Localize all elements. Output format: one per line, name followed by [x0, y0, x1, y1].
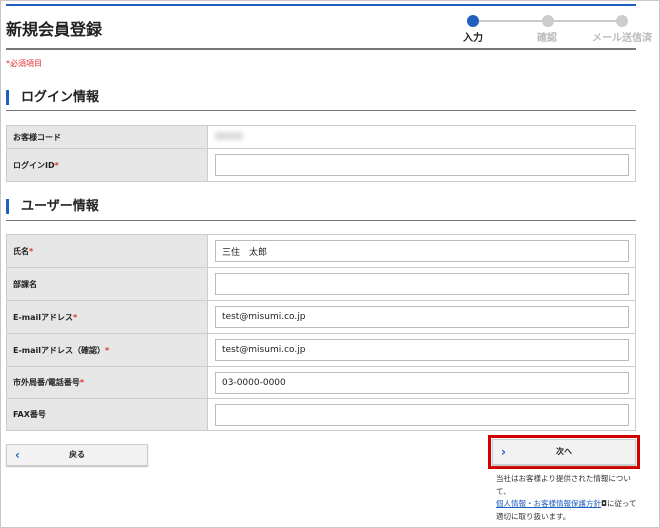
- page-title: 新規会員登録: [6, 20, 103, 39]
- fax-label: FAX番号: [6, 398, 208, 431]
- phone-input[interactable]: [215, 371, 629, 394]
- table-row: 氏名*: [6, 234, 636, 268]
- table-row: 市外局番/電話番号*: [6, 366, 636, 399]
- department-label: 部課名: [6, 267, 208, 301]
- next-button-label: 次へ: [556, 447, 572, 456]
- header-divider: [6, 48, 636, 50]
- required-note: *必須項目: [6, 59, 42, 68]
- login-id-input[interactable]: [215, 154, 629, 176]
- step-dot-input: [467, 15, 479, 27]
- email-input[interactable]: [215, 306, 629, 328]
- next-button[interactable]: › 次へ: [492, 439, 636, 465]
- login-id-label: ログインID*: [6, 148, 208, 182]
- top-accent-line: [6, 4, 636, 6]
- table-row: E-mailアドレス（確認）*: [6, 333, 636, 367]
- chevron-left-icon: ‹: [15, 448, 20, 462]
- email-label: E-mailアドレス*: [6, 300, 208, 334]
- user-table: 氏名* 部課名 E-mailアドレス* E-mailアドレス（確認）* 市外局番…: [6, 234, 636, 431]
- login-divider: [6, 110, 636, 111]
- email-confirm-input[interactable]: [215, 339, 629, 361]
- fax-input[interactable]: [215, 403, 629, 426]
- department-input[interactable]: [215, 273, 629, 295]
- step-dot-confirm: [542, 15, 554, 27]
- customer-code-label: お客様コード: [6, 125, 208, 149]
- table-row: 部課名: [6, 267, 636, 301]
- table-row: ログインID*: [6, 148, 636, 182]
- chevron-right-icon: ›: [501, 445, 506, 459]
- user-divider: [6, 220, 636, 221]
- step-label-input: 入力: [463, 33, 483, 44]
- note-text-before: 当社はお客様より提供された情報について、: [496, 474, 631, 496]
- step-label-confirm: 確認: [537, 33, 557, 44]
- back-button-label: 戻る: [69, 450, 85, 459]
- section-title-login: ログイン情報: [6, 90, 99, 105]
- step-label-sent: メール送信済: [592, 33, 652, 44]
- phone-label: 市外局番/電話番号*: [6, 366, 208, 399]
- name-label: 氏名*: [6, 234, 208, 268]
- login-table: お客様コード ログインID*: [6, 125, 636, 182]
- privacy-note: 当社はお客様より提供された情報について、 個人情報・お客様情報保護方針◘に従って…: [496, 473, 638, 523]
- section-title-user: ユーザー情報: [6, 199, 99, 214]
- name-input[interactable]: [215, 240, 629, 262]
- table-row: お客様コード: [6, 125, 636, 149]
- table-row: FAX番号: [6, 398, 636, 431]
- email-confirm-label: E-mailアドレス（確認）*: [6, 333, 208, 367]
- customer-code-value: [207, 125, 636, 149]
- back-button[interactable]: ‹ 戻る: [6, 444, 148, 466]
- privacy-policy-link[interactable]: 個人情報・お客様情報保護方針: [496, 499, 601, 508]
- step-dot-sent: [616, 15, 628, 27]
- table-row: E-mailアドレス*: [6, 300, 636, 334]
